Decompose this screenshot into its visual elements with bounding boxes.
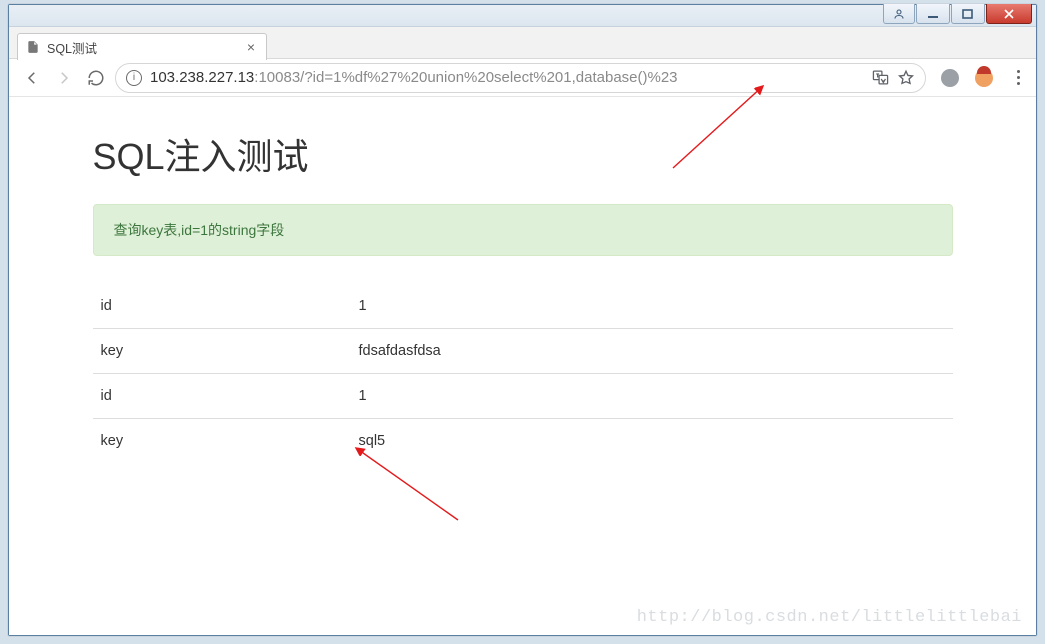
- minimize-button[interactable]: [916, 4, 950, 24]
- row-label: id: [93, 284, 351, 329]
- result-table: id 1 key fdsafdasfdsa id 1 key sql5: [93, 284, 953, 463]
- row-value: sql5: [351, 419, 953, 464]
- browser-tab[interactable]: SQL测试 ×: [17, 33, 267, 60]
- user-button[interactable]: [883, 4, 915, 24]
- tab-strip: SQL测试 ×: [9, 27, 1036, 59]
- browser-menu-button[interactable]: [1008, 68, 1028, 88]
- translate-icon[interactable]: [871, 69, 889, 87]
- alert-success: 查询key表,id=1的string字段: [93, 204, 953, 256]
- row-label: key: [93, 329, 351, 374]
- row-value: 1: [351, 284, 953, 329]
- address-bar[interactable]: i 103.238.227.13:10083/?id=1%df%27%20uni…: [115, 63, 926, 93]
- url-text: 103.238.227.13:10083/?id=1%df%27%20union…: [150, 69, 863, 86]
- url-host: 103.238.227.13: [150, 69, 254, 86]
- page-title: SQL注入测试: [93, 128, 953, 180]
- site-info-icon[interactable]: i: [126, 70, 142, 86]
- back-button[interactable]: [19, 65, 45, 91]
- os-titlebar: [9, 5, 1036, 27]
- window-controls: [882, 4, 1032, 26]
- tab-close-icon[interactable]: ×: [244, 40, 258, 54]
- page-viewport: SQL注入测试 查询key表,id=1的string字段 id 1 key fd…: [9, 98, 1036, 635]
- browser-window: SQL测试 × i 103.238.227.13:10083/?id=1%df%…: [8, 4, 1037, 636]
- tab-title: SQL测试: [47, 38, 244, 57]
- bookmark-star-icon[interactable]: [897, 69, 915, 87]
- watermark: http://blog.csdn.net/littlelittlebai: [637, 608, 1022, 627]
- url-path: :10083/?id=1%df%27%20union%20select%201,…: [254, 69, 677, 86]
- table-row: id 1: [93, 374, 953, 419]
- reload-button[interactable]: [83, 65, 109, 91]
- extension-icon-1[interactable]: [940, 68, 960, 88]
- row-label: key: [93, 419, 351, 464]
- row-value: 1: [351, 374, 953, 419]
- file-icon: [26, 40, 40, 54]
- page-content: SQL注入测试 查询key表,id=1的string字段 id 1 key fd…: [93, 128, 953, 463]
- table-row: key sql5: [93, 419, 953, 464]
- close-button[interactable]: [986, 4, 1032, 24]
- row-label: id: [93, 374, 351, 419]
- table-row: id 1: [93, 284, 953, 329]
- table-row: key fdsafdasfdsa: [93, 329, 953, 374]
- maximize-button[interactable]: [951, 4, 985, 24]
- row-value: fdsafdasfdsa: [351, 329, 953, 374]
- browser-toolbar: i 103.238.227.13:10083/?id=1%df%27%20uni…: [9, 59, 1036, 97]
- forward-button[interactable]: [51, 65, 77, 91]
- extension-icon-2[interactable]: [974, 68, 994, 88]
